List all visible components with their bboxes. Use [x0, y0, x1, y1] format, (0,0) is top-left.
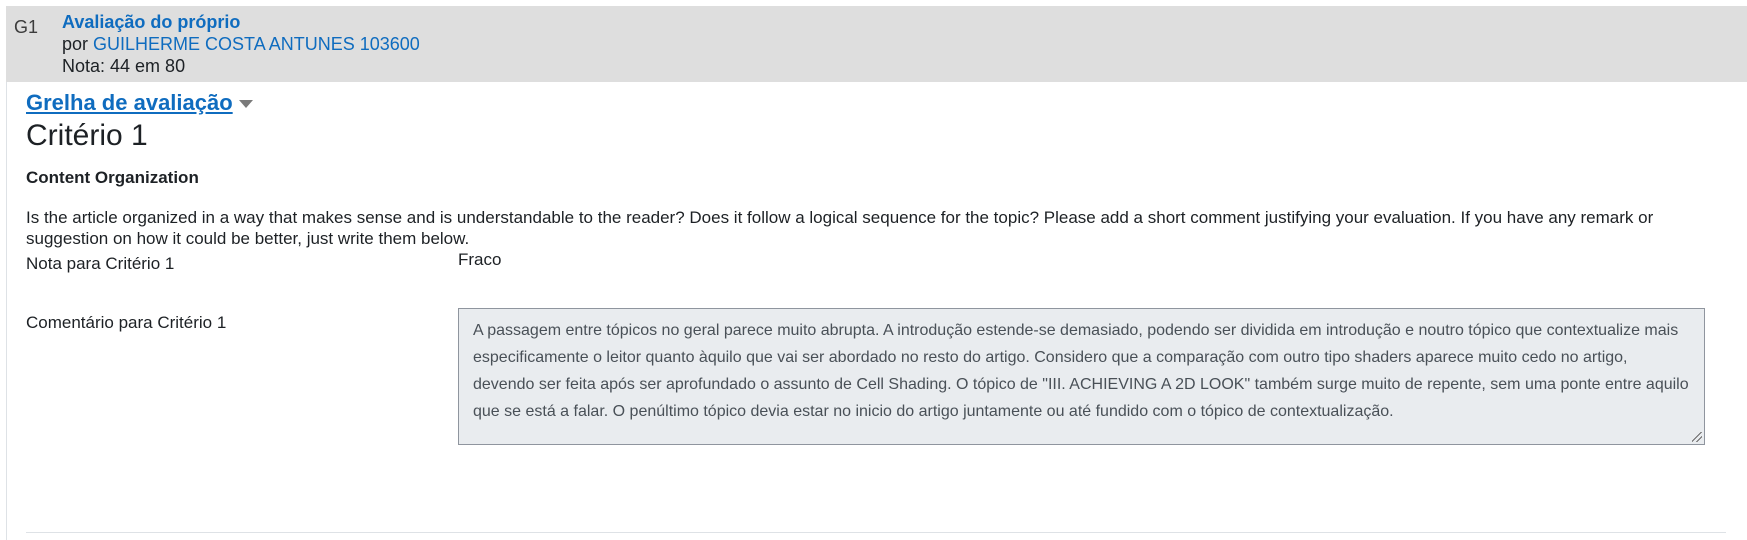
comment-text: A passagem entre tópicos no geral parece…: [473, 322, 1689, 420]
submission-header: G1 Avaliação do próprio por GUILHERME CO…: [6, 6, 1747, 82]
chevron-down-icon[interactable]: [238, 100, 253, 109]
comment-textarea[interactable]: A passagem entre tópicos no geral parece…: [458, 308, 1705, 445]
left-border: [6, 6, 7, 540]
criterion-description: Is the article organized in a way that m…: [26, 208, 1654, 248]
divider: [26, 532, 1726, 533]
submission-title[interactable]: Avaliação do próprio: [62, 11, 420, 33]
resize-handle-icon[interactable]: [1692, 432, 1702, 442]
submission-info: Avaliação do próprio por GUILHERME COSTA…: [62, 11, 420, 77]
page: G1 Avaliação do próprio por GUILHERME CO…: [0, 0, 1747, 540]
avatar[interactable]: G1: [14, 13, 46, 41]
comment-label: Comentário para Critério 1: [26, 313, 227, 332]
criterion-title: Critério 1: [26, 119, 148, 152]
rubric-link-label[interactable]: Grelha de avaliação: [26, 90, 233, 115]
grade-label: Nota para Critério 1: [26, 254, 175, 273]
submission-author-line: por GUILHERME COSTA ANTUNES 103600: [62, 33, 420, 55]
submission-grade: Nota: 44 em 80: [62, 56, 186, 76]
rubric-toggle-link[interactable]: Grelha de avaliação: [26, 90, 253, 116]
grade-value: Fraco: [458, 250, 502, 269]
criterion-name: Content Organization: [26, 168, 199, 187]
author-link[interactable]: GUILHERME COSTA ANTUNES 103600: [93, 34, 420, 54]
by-prefix: por: [62, 34, 89, 54]
